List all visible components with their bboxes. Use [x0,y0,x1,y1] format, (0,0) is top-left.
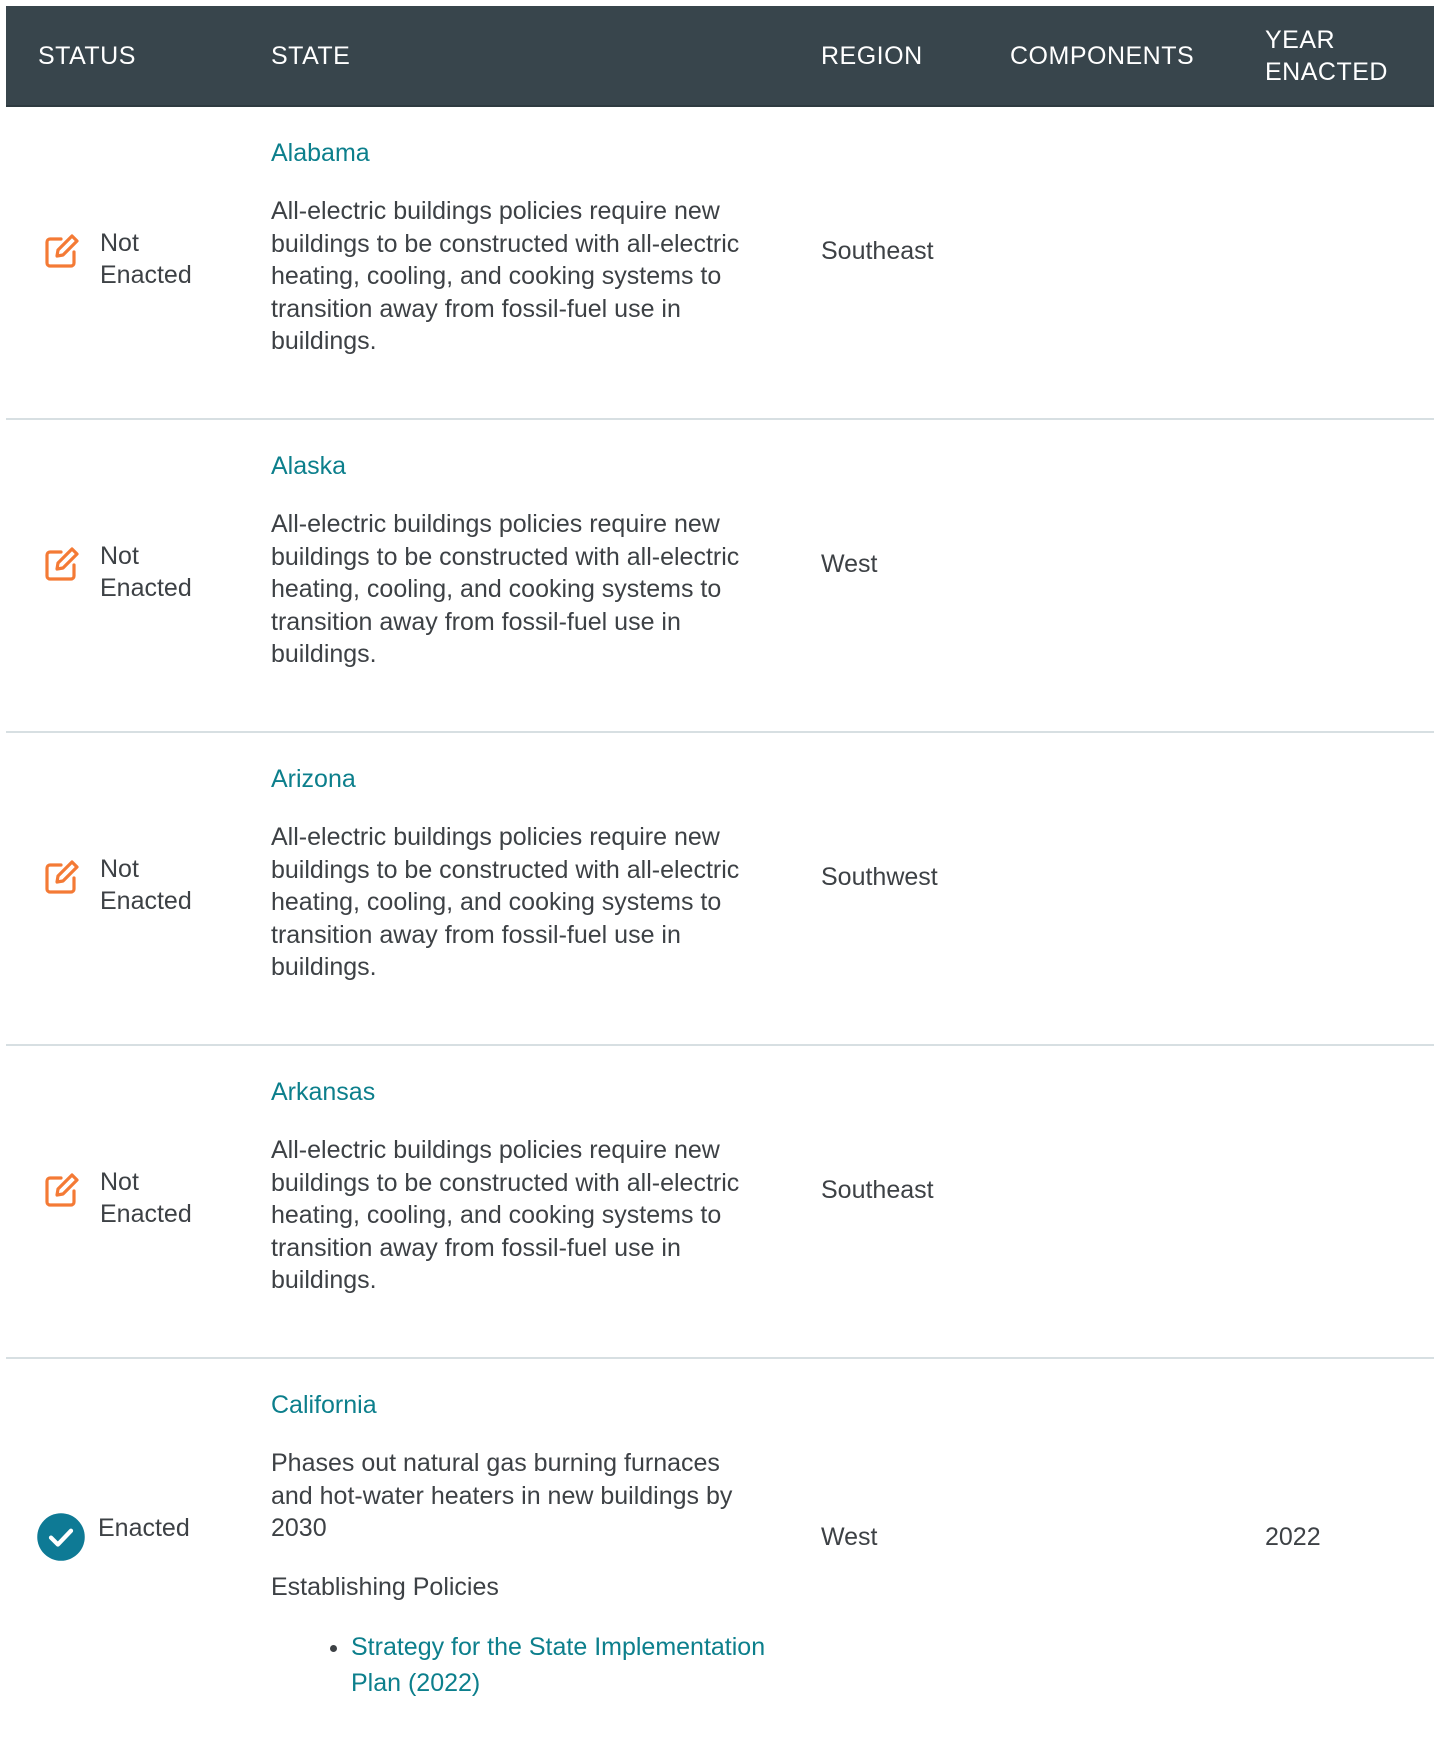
column-header-status[interactable]: STATUS [38,40,136,72]
status-cell: Not Enacted [42,1166,210,1230]
column-header-region[interactable]: REGION [821,40,923,72]
edit-icon [45,1173,79,1207]
state-cell: Arizona All-electric buildings policies … [271,763,771,984]
status-cell: Not Enacted [42,853,210,917]
establishing-policy-link[interactable]: Strategy for the State Implementation Pl… [351,1633,765,1697]
status-label: Not Enacted [100,542,192,602]
edit-icon [45,860,79,894]
state-cell: Alabama All-electric buildings policies … [271,137,771,358]
state-cell: California Phases out natural gas burnin… [271,1389,771,1701]
year-header-line2: ENACTED [1265,58,1388,86]
region-cell: Southeast [821,237,934,265]
status-cell: Not Enacted [42,540,210,604]
column-header-state[interactable]: STATE [271,40,350,72]
region-cell: West [821,1523,878,1551]
column-header-year-enacted[interactable]: YEAR ENACTED [1265,24,1415,88]
table-row: Not Enacted Arkansas All-electric buildi… [6,1046,1434,1359]
state-cell: Arkansas All-electric buildings policies… [271,1076,771,1297]
table-row: Not Enacted Alaska All-electric building… [6,420,1434,733]
policy-table: STATUS STATE REGION COMPONENTS YEAR ENAC… [6,6,1434,1759]
column-header-components[interactable]: COMPONENTS [1010,40,1194,72]
table-row: Enacted California Phases out natural ga… [6,1359,1434,1759]
policy-description: Phases out natural gas burning furnaces … [271,1449,733,1542]
year-enacted-cell: 2022 [1265,1523,1321,1551]
establishing-policies-title: Establishing Policies [271,1572,499,1601]
table-row: Not Enacted Arizona All-electric buildin… [6,733,1434,1046]
status-label: Not Enacted [100,855,192,915]
check-circle-icon [37,1513,85,1561]
list-item: Strategy for the State Implementation Pl… [351,1629,771,1701]
policy-description: All-electric buildings policies require … [271,197,740,355]
region-cell: West [821,550,878,578]
state-link-arizona[interactable]: Arizona [271,763,771,795]
region-cell: Southeast [821,1176,934,1204]
state-link-alabama[interactable]: Alabama [271,137,771,169]
state-link-alaska[interactable]: Alaska [271,450,771,482]
edit-icon [45,547,79,581]
status-label: Not Enacted [100,229,192,289]
state-cell: Alaska All-electric buildings policies r… [271,450,771,671]
state-link-california[interactable]: California [271,1389,771,1421]
region-cell: Southwest [821,863,938,891]
edit-icon [45,234,79,268]
establishing-policies-list: Strategy for the State Implementation Pl… [271,1629,771,1701]
status-label: Not Enacted [100,1168,192,1228]
status-cell: Enacted [37,1512,208,1562]
table-header: STATUS STATE REGION COMPONENTS YEAR ENAC… [6,6,1434,107]
status-cell: Not Enacted [42,227,210,291]
policy-description: All-electric buildings policies require … [271,823,740,981]
status-label: Enacted [98,1514,190,1542]
year-header-line1: YEAR [1265,26,1336,54]
state-link-arkansas[interactable]: Arkansas [271,1076,771,1108]
table-row: Not Enacted Alabama All-electric buildin… [6,107,1434,420]
policy-description: All-electric buildings policies require … [271,510,740,668]
policy-description: All-electric buildings policies require … [271,1136,740,1294]
